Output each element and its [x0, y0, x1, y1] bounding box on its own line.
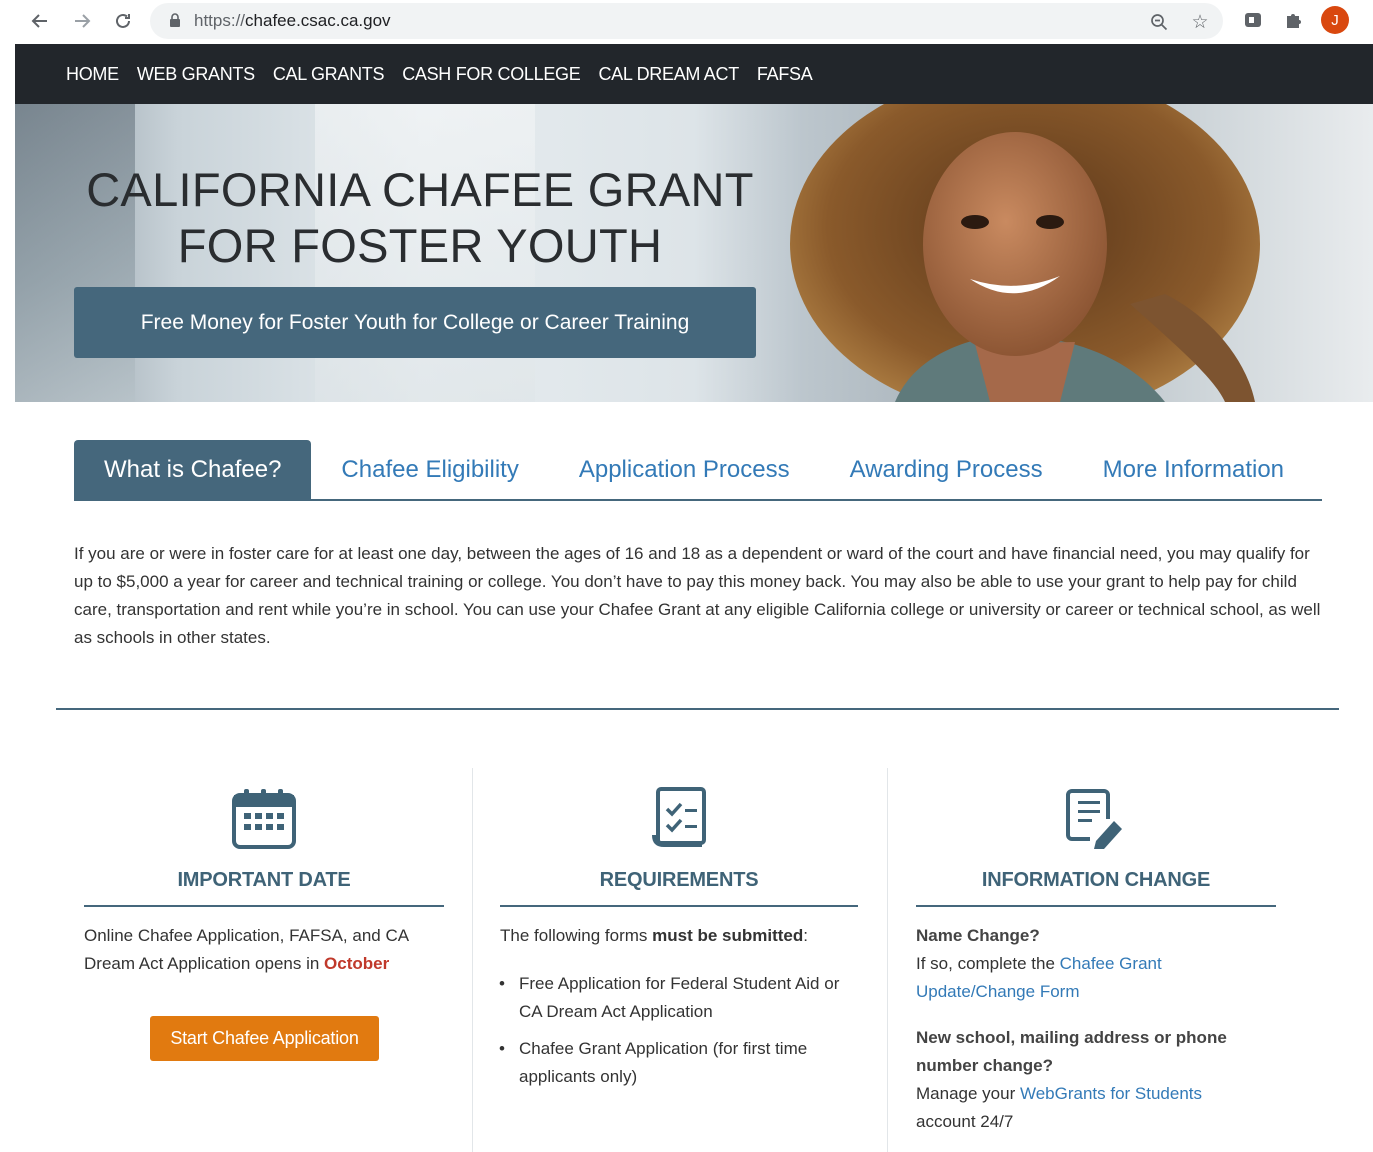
webgrants-link[interactable]: WebGrants for Students — [1020, 1084, 1202, 1103]
requirements-list: Free Application for Federal Student Aid… — [499, 970, 859, 1100]
main-navigation: HOME WEB GRANTS CAL GRANTS CASH FOR COLL… — [15, 44, 1373, 104]
important-date-text: Online Chafee Application, FAFSA, and CA… — [84, 926, 409, 973]
edit-document-icon — [1066, 787, 1124, 854]
extension-icon[interactable] — [1240, 7, 1266, 33]
address-bar[interactable]: https://chafee.csac.ca.gov ☆ — [150, 3, 1223, 39]
tab-awarding-process[interactable]: Awarding Process — [820, 440, 1073, 499]
url-text: https://chafee.csac.ca.gov — [194, 11, 391, 30]
hero-banner: CALIFORNIA CHAFEE GRANT FOR FOSTER YOUTH… — [15, 104, 1373, 402]
reload-icon[interactable] — [108, 6, 138, 36]
section-divider — [56, 708, 1339, 710]
star-icon[interactable]: ☆ — [1188, 10, 1212, 34]
calendar-icon — [231, 787, 297, 854]
name-change-question: Name Change? — [916, 926, 1040, 945]
card-rule — [84, 905, 444, 907]
address-change-block: New school, mailing address or phone num… — [916, 1028, 1227, 1131]
tab-more-information[interactable]: More Information — [1073, 440, 1314, 499]
tab-content-text: If you are or were in foster care for at… — [74, 544, 1321, 647]
list-item: Free Application for Federal Student Aid… — [499, 970, 859, 1026]
column-divider — [472, 768, 473, 1152]
profile-avatar[interactable]: J — [1321, 6, 1349, 34]
nav-cal-grants[interactable]: CAL GRANTS — [273, 64, 385, 85]
info-tabs: What is Chafee? Chafee Eligibility Appli… — [74, 440, 1322, 501]
back-icon[interactable] — [25, 6, 55, 36]
information-change-title: INFORMATION CHANGE — [981, 869, 1211, 891]
start-chafee-application-button[interactable]: Start Chafee Application — [150, 1016, 379, 1061]
nav-home[interactable]: HOME — [66, 64, 119, 85]
tab-chafee-eligibility[interactable]: Chafee Eligibility — [311, 440, 548, 499]
tab-what-is-chafee[interactable]: What is Chafee? — [74, 440, 312, 499]
hero-title: CALIFORNIA CHAFEE GRANT FOR FOSTER YOUTH — [86, 163, 754, 272]
requirements-intro: The following forms must be submitted: — [500, 926, 808, 945]
lock-icon — [169, 13, 181, 33]
nav-cal-dream-act[interactable]: CAL DREAM ACT — [598, 64, 739, 85]
forward-icon[interactable] — [67, 6, 97, 36]
zoom-icon[interactable] — [1147, 10, 1171, 34]
column-divider — [887, 768, 888, 1152]
tab-application-process[interactable]: Application Process — [549, 440, 820, 499]
card-rule — [916, 905, 1276, 907]
nav-fafsa[interactable]: FAFSA — [757, 64, 813, 85]
october-highlight: October — [324, 954, 390, 973]
card-rule — [500, 905, 858, 907]
puzzle-icon[interactable] — [1280, 7, 1306, 33]
nav-cash-for-college[interactable]: CASH FOR COLLEGE — [402, 64, 581, 85]
hero-tagline-banner: Free Money for Foster Youth for College … — [74, 287, 756, 358]
nav-web-grants[interactable]: WEB GRANTS — [137, 64, 255, 85]
checklist-icon — [652, 787, 710, 854]
browser-toolbar: https://chafee.csac.ca.gov ☆ J — [0, 0, 1373, 44]
requirements-title: REQUIREMENTS — [599, 869, 759, 891]
name-change-block: Name Change? If so, complete the Chafee … — [916, 926, 1162, 1001]
address-change-question: New school, mailing address or phone num… — [916, 1028, 1227, 1075]
list-item: Chafee Grant Application (for first time… — [499, 1035, 859, 1091]
important-date-title: IMPORTANT DATE — [177, 869, 351, 891]
